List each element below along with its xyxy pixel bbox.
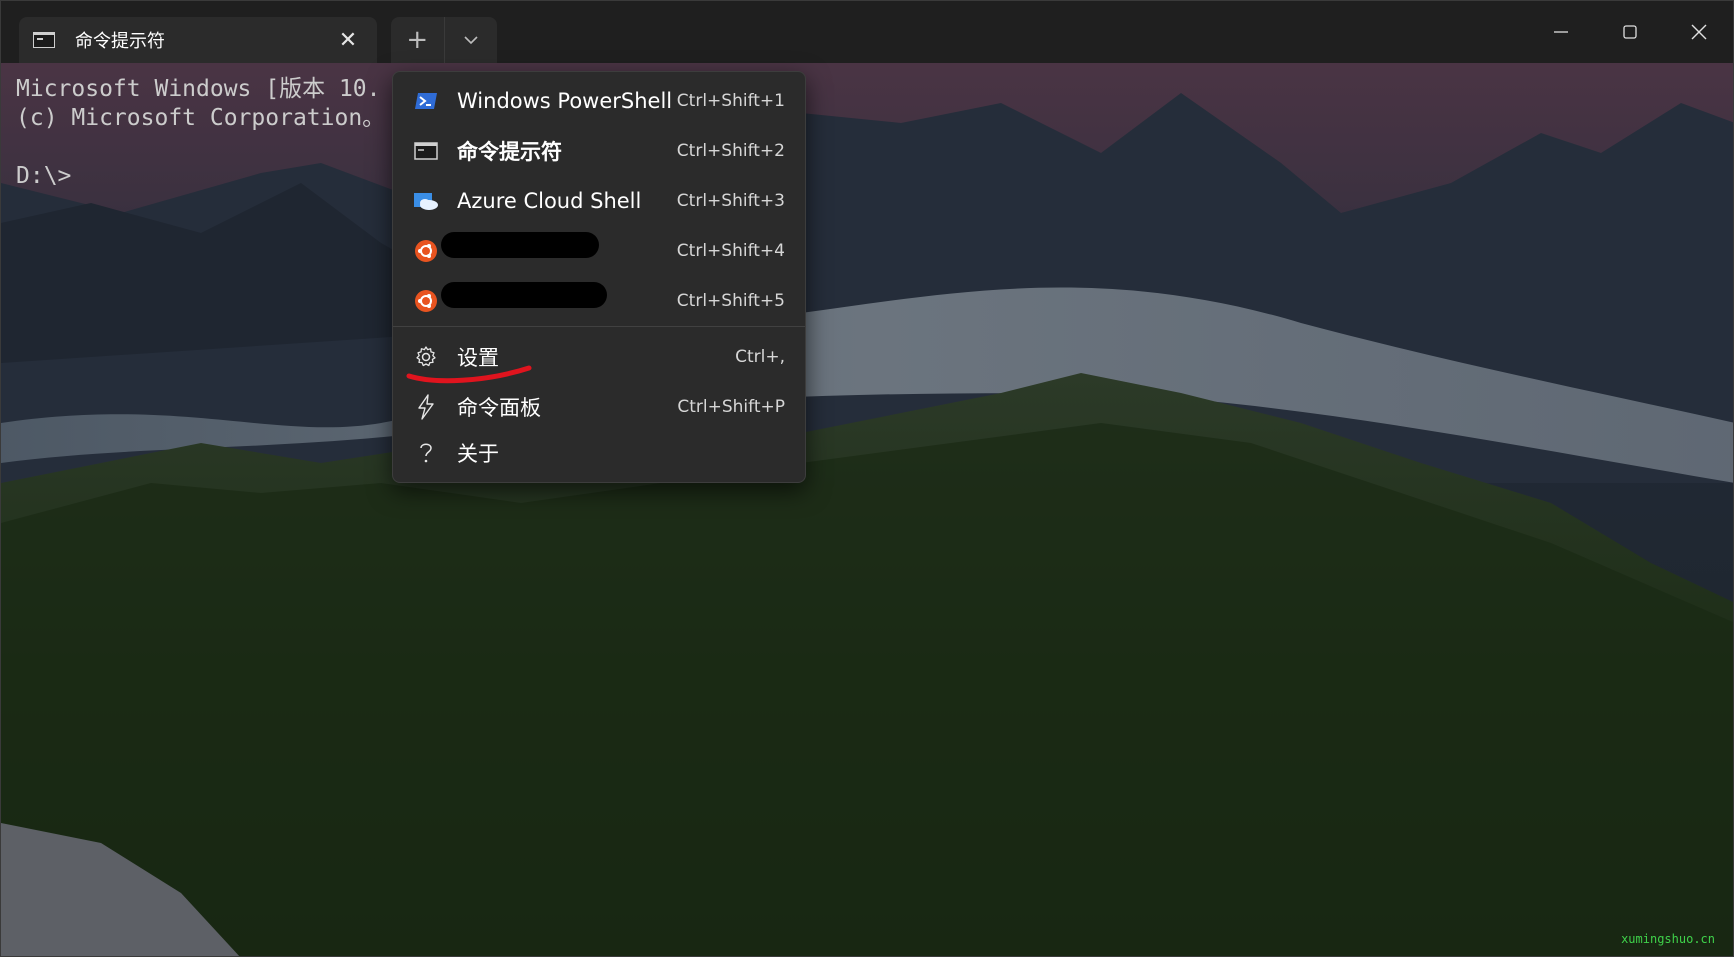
minimize-icon <box>1553 31 1568 33</box>
redacted-label <box>441 282 607 308</box>
watermark: xumingshuo.cn <box>1621 932 1715 946</box>
tab-title: 命令提示符 <box>75 31 165 52</box>
menu-item-ubuntu-2[interactable]: Ctrl+Shift+5 <box>393 276 805 326</box>
menu-divider <box>393 326 805 327</box>
maximize-button[interactable] <box>1595 1 1664 63</box>
question-icon <box>413 440 439 466</box>
menu-item-command-palette[interactable]: 命令面板 Ctrl+Shift+P <box>393 382 805 432</box>
mountain-background <box>1 63 1733 956</box>
menu-item-shortcut: Ctrl+, <box>735 347 785 367</box>
menu-item-shortcut: Ctrl+Shift+1 <box>676 91 785 111</box>
ubuntu-icon <box>413 238 439 264</box>
ubuntu-icon <box>413 288 439 314</box>
close-window-button[interactable] <box>1664 1 1733 63</box>
menu-item-shortcut: Ctrl+Shift+P <box>677 397 785 417</box>
new-tab-button[interactable]: + <box>391 17 444 63</box>
tab-actions: + <box>391 17 497 63</box>
menu-item-about[interactable]: 关于 <box>393 428 805 478</box>
terminal-line: (c) Microsoft Corporation。 <box>16 105 386 131</box>
profile-dropdown-button[interactable] <box>444 17 497 63</box>
menu-item-label: Windows PowerShell <box>457 89 673 113</box>
title-bar: 命令提示符 ✕ + <box>1 1 1733 63</box>
maximize-icon <box>1622 25 1637 39</box>
cmd-icon <box>33 32 55 48</box>
menu-item-shortcut: Ctrl+Shift+2 <box>676 141 785 161</box>
close-icon <box>1691 24 1706 40</box>
close-tab-icon[interactable]: ✕ <box>335 27 361 53</box>
terminal-window: 命令提示符 ✕ + Microsoft Windows [版本 10. (c) … <box>0 0 1734 957</box>
lightning-icon <box>413 394 439 420</box>
menu-item-shortcut: Ctrl+Shift+4 <box>676 241 785 261</box>
menu-item-label: 关于 <box>457 442 499 466</box>
menu-item-label: 命令提示符 <box>457 140 562 164</box>
redacted-label <box>441 232 599 258</box>
chevron-down-icon <box>464 36 478 45</box>
menu-item-label: 命令面板 <box>457 396 541 420</box>
menu-item-label: Azure Cloud Shell <box>457 189 642 213</box>
menu-item-azure[interactable]: Azure Cloud Shell Ctrl+Shift+3 <box>393 176 805 226</box>
azure-cloud-icon <box>413 188 439 214</box>
cmd-icon <box>413 138 439 164</box>
window-controls <box>1526 1 1733 63</box>
menu-item-ubuntu-1[interactable]: Ctrl+Shift+4 <box>393 226 805 276</box>
minimize-button[interactable] <box>1526 1 1595 63</box>
tab-cmd[interactable]: 命令提示符 ✕ <box>19 17 377 63</box>
terminal-pane[interactable]: Microsoft Windows [版本 10. (c) Microsoft … <box>1 63 1733 956</box>
menu-item-powershell[interactable]: Windows PowerShell Ctrl+Shift+1 <box>393 76 805 126</box>
menu-item-shortcut: Ctrl+Shift+5 <box>676 291 785 311</box>
terminal-output: Microsoft Windows [版本 10. (c) Microsoft … <box>16 75 385 191</box>
terminal-line: Microsoft Windows [版本 10. <box>16 76 381 102</box>
menu-item-cmd[interactable]: 命令提示符 Ctrl+Shift+2 <box>393 126 805 176</box>
powershell-icon <box>413 88 439 114</box>
terminal-prompt: D:\> <box>16 163 72 189</box>
menu-item-shortcut: Ctrl+Shift+3 <box>676 191 785 211</box>
profile-dropdown-menu: Windows PowerShell Ctrl+Shift+1 命令提示符 Ct… <box>392 71 806 483</box>
